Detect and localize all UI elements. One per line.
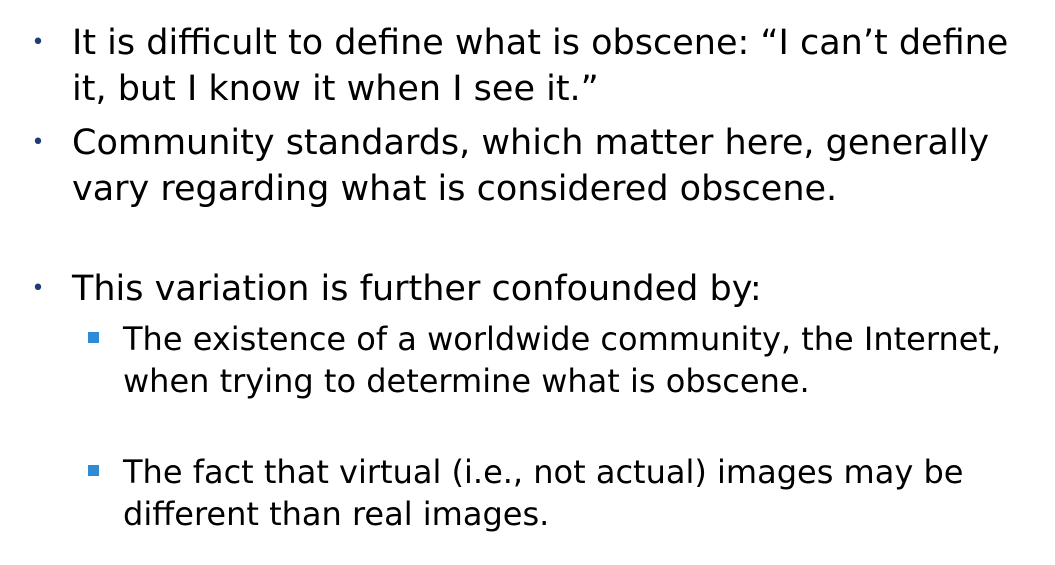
bullet-dot-icon: • bbox=[31, 130, 45, 155]
bullet-text: Community standards, which matter here, … bbox=[72, 123, 990, 209]
square-bullet-icon bbox=[88, 465, 99, 476]
bullet-dot-icon: • bbox=[31, 276, 45, 301]
slide-content: • It is difficult to define what is obsc… bbox=[0, 0, 1055, 565]
bullet-dot-icon: • bbox=[31, 30, 45, 55]
bullet-text: This variation is further confounded by: bbox=[72, 269, 762, 309]
sub-bullet-item-worldwide-community: The existence of a worldwide community, … bbox=[0, 318, 1023, 402]
bullet-item-community-standards: • Community standards, which matter here… bbox=[0, 120, 1012, 212]
square-bullet-icon bbox=[88, 332, 99, 343]
sub-bullet-text: The fact that virtual (i.e., not actual)… bbox=[123, 453, 964, 533]
bullet-item-variation-confounded: • This variation is further confounded b… bbox=[0, 266, 1012, 312]
sub-bullet-item-virtual-images: The fact that virtual (i.e., not actual)… bbox=[0, 451, 1023, 535]
sub-bullet-text: The existence of a worldwide community, … bbox=[123, 320, 1002, 400]
bullet-item-obscenity-definition: • It is difficult to define what is obsc… bbox=[0, 20, 1012, 112]
bullet-text: It is difficult to define what is obscen… bbox=[72, 23, 1009, 109]
